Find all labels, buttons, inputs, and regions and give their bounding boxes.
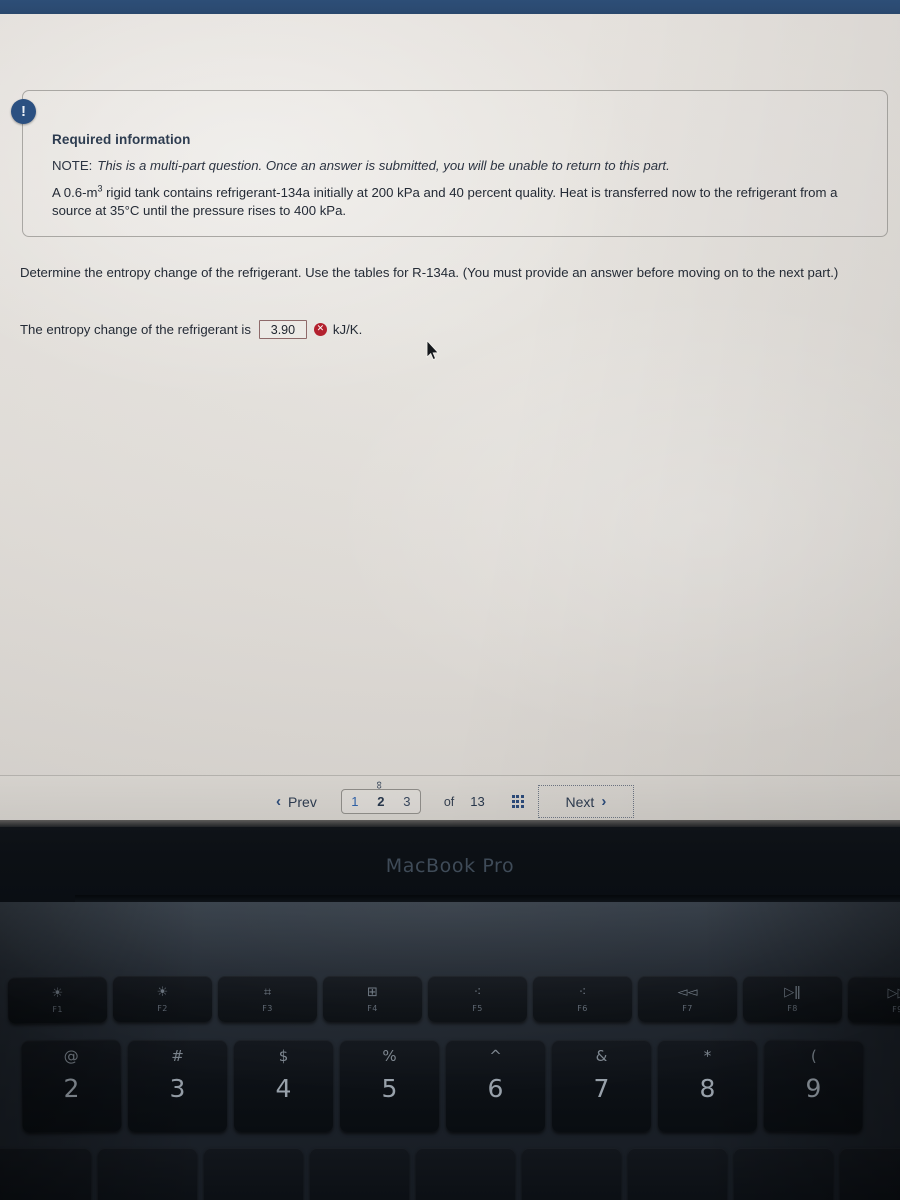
answer-unit: kJ/K. (332, 322, 363, 337)
key-f4[interactable]: ⊞ F4 (323, 976, 422, 1022)
key-symbol: # (171, 1047, 184, 1065)
function-key-row: ☀ F1 ☀ F2 ⌗ F3 ⊞ F4 ⁖ F5 ⁖ F6 ◅◅ F7 ▷ǁ F (7, 976, 900, 1024)
grid-icon[interactable] (511, 795, 524, 808)
key-4[interactable]: $ 4 (234, 1040, 333, 1132)
rewind-icon: ◅◅ (677, 984, 698, 1000)
key-row-partial[interactable] (310, 1148, 409, 1200)
key-symbol: & (595, 1047, 608, 1065)
key-label: F5 (472, 1003, 483, 1013)
key-row-partial[interactable] (204, 1148, 303, 1200)
key-digit: 3 (169, 1074, 186, 1103)
info-badge-icon: ! (11, 99, 36, 124)
key-f2[interactable]: ☀ F2 (113, 976, 212, 1022)
key-digit: 9 (805, 1073, 822, 1104)
page-button-1[interactable]: 1 (342, 794, 368, 809)
note-italic-text: This is a multi-part question. Once an a… (97, 158, 670, 173)
mouse-cursor (426, 340, 440, 361)
macbook-brand-label: MacBook Pro (385, 855, 515, 877)
key-f5[interactable]: ⁖ F5 (428, 976, 527, 1022)
keyboard-brightness-down-icon: ⁖ (473, 984, 482, 1000)
key-f3[interactable]: ⌗ F3 (218, 976, 317, 1022)
problem-text-part1: A 0.6-m (52, 185, 98, 200)
answer-input[interactable] (258, 320, 307, 339)
key-digit: 5 (381, 1074, 398, 1103)
of-label: of (443, 794, 455, 809)
key-7[interactable]: & 7 (552, 1040, 651, 1132)
key-symbol: % (382, 1047, 397, 1065)
key-label: F9 (892, 1004, 900, 1014)
key-3[interactable]: # 3 (128, 1040, 227, 1132)
key-symbol: ( (810, 1046, 817, 1066)
key-f6[interactable]: ⁖ F6 (533, 976, 632, 1022)
chevron-right-icon: › (601, 793, 607, 810)
laptop-screen: ! Required information NOTE: This is a mu… (0, 14, 900, 827)
key-row-partial[interactable] (522, 1148, 621, 1200)
key-digit: 2 (63, 1073, 80, 1104)
key-row-partial[interactable] (734, 1148, 833, 1200)
prev-label: Prev (288, 793, 317, 810)
key-label: F3 (262, 1003, 273, 1013)
multipart-note: NOTE: This is a multi-part question. Once… (52, 158, 842, 173)
key-digit: 7 (593, 1074, 610, 1103)
key-9[interactable]: ( 9 (763, 1039, 864, 1133)
key-label: F6 (577, 1003, 588, 1013)
key-label: F1 (52, 1004, 63, 1014)
letter-key-row (0, 1148, 900, 1200)
number-key-row: @ 2 # 3 $ 4 % 5 ^ 6 & 7 * 8 ( 9 (21, 1039, 864, 1133)
key-row-partial[interactable] (98, 1148, 197, 1200)
problem-text-part2: rigid tank contains refrigerant-134a ini… (52, 185, 838, 218)
page-button-2[interactable]: 2 (368, 794, 394, 809)
key-5[interactable]: % 5 (340, 1040, 439, 1132)
answer-label: The entropy change of the refrigerant is (20, 322, 251, 337)
quiz-page: ! Required information NOTE: This is a mu… (0, 14, 900, 827)
problem-statement: A 0.6-m3 rigid tank contains refrigerant… (52, 184, 842, 219)
keyboard-brightness-up-icon: ⁖ (578, 984, 587, 1000)
key-f8[interactable]: ▷ǁ F8 (743, 976, 842, 1022)
key-label: F8 (787, 1003, 798, 1013)
brightness-down-icon: ☀ (51, 985, 64, 1001)
key-6[interactable]: ^ 6 (446, 1040, 545, 1132)
mission-control-icon: ⌗ (263, 984, 272, 1000)
answer-row: The entropy change of the refrigerant is… (20, 320, 362, 339)
key-symbol: $ (278, 1047, 289, 1065)
key-digit: 8 (699, 1074, 716, 1103)
fast-forward-icon: ▷▷ (887, 985, 900, 1001)
key-row-partial[interactable] (840, 1148, 900, 1200)
chevron-left-icon: ‹ (276, 793, 282, 810)
key-row-partial[interactable] (416, 1148, 515, 1200)
key-digit: 4 (275, 1074, 292, 1103)
key-f9[interactable]: ▷▷ F9 (847, 976, 900, 1024)
key-label: F4 (367, 1003, 378, 1013)
screenshot-root: ! Required information NOTE: This is a mu… (0, 0, 900, 1200)
key-row-partial[interactable] (0, 1148, 91, 1200)
laptop-chin: MacBook Pro (0, 827, 900, 902)
key-label: F7 (682, 1003, 693, 1013)
key-f7[interactable]: ◅◅ F7 (638, 976, 737, 1022)
required-information-title: Required information (52, 132, 191, 147)
key-row-partial[interactable] (628, 1148, 727, 1200)
key-8[interactable]: * 8 (658, 1040, 757, 1132)
link-icon: ∞ (372, 781, 385, 789)
launchpad-icon: ⊞ (367, 984, 378, 1000)
incorrect-answer-icon: ✕ (313, 323, 327, 336)
play-pause-icon: ▷ǁ (784, 984, 801, 1000)
key-symbol: ^ (489, 1047, 502, 1065)
key-digit: 6 (487, 1074, 504, 1103)
key-symbol: @ (63, 1046, 79, 1066)
key-2[interactable]: @ 2 (21, 1039, 122, 1133)
note-prefix: NOTE: (52, 158, 93, 173)
total-pages: 13 (470, 794, 485, 809)
key-label: F2 (157, 1003, 168, 1013)
next-label: Next (565, 793, 595, 810)
page-selector: ∞ 1 2 3 (340, 781, 421, 814)
next-button[interactable]: Next › (537, 785, 634, 818)
prev-button[interactable]: ‹ Prev (266, 787, 327, 816)
question-prompt: Determine the entropy change of the refr… (20, 265, 839, 280)
key-f1[interactable]: ☀ F1 (7, 976, 108, 1024)
brightness-up-icon: ☀ (156, 984, 169, 1000)
page-button-3[interactable]: 3 (394, 794, 420, 809)
key-symbol: * (703, 1047, 712, 1065)
